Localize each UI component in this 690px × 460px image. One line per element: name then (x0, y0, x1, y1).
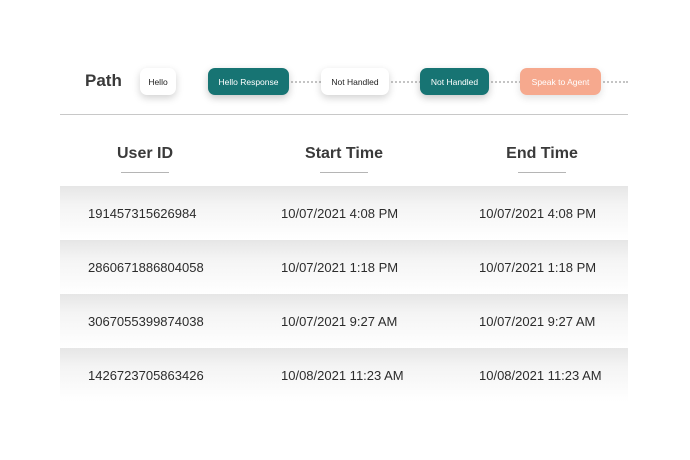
table-header: User ID Start Time End Time (60, 140, 628, 180)
cell-start-time: 10/07/2021 1:18 PM (281, 260, 399, 275)
cell-start-time: 10/07/2021 4:08 PM (281, 206, 399, 221)
table-body: 191457315626984 10/07/2021 4:08 PM 10/07… (60, 186, 628, 402)
cell-user-id: 3067055399874038 (88, 314, 204, 329)
cell-end-time: 10/08/2021 11:23 AM (479, 368, 602, 383)
cell-user-id: 2860671886804058 (88, 260, 204, 275)
path-step-speak-to-agent[interactable]: Speak to Agent (520, 68, 601, 95)
table-row[interactable]: 3067055399874038 10/07/2021 9:27 AM 10/0… (60, 294, 628, 348)
path-step-not-handled-2[interactable]: Not Handled (420, 68, 489, 95)
path-step-hello-response[interactable]: Hello Response (208, 68, 289, 95)
column-header-start-time[interactable]: Start Time (269, 145, 419, 173)
column-header-label: User ID (116, 145, 174, 162)
cell-end-time: 10/07/2021 9:27 AM (479, 314, 596, 329)
cell-end-time: 10/07/2021 4:08 PM (479, 206, 597, 221)
table-row[interactable]: 2860671886804058 10/07/2021 1:18 PM 10/0… (60, 240, 628, 294)
table-row[interactable]: 1426723705863426 10/08/2021 11:23 AM 10/… (60, 348, 628, 402)
column-header-end-time[interactable]: End Time (467, 145, 617, 173)
cell-end-time: 10/07/2021 1:18 PM (479, 260, 597, 275)
path-bar: Path Hello Hello Response Not Handled No… (60, 62, 628, 102)
column-header-user-id[interactable]: User ID (70, 145, 220, 173)
table-row[interactable]: 191457315626984 10/07/2021 4:08 PM 10/07… (60, 186, 628, 240)
cell-start-time: 10/07/2021 9:27 AM (281, 314, 398, 329)
path-step-not-handled-1[interactable]: Not Handled (321, 68, 389, 95)
cell-start-time: 10/08/2021 11:23 AM (281, 368, 404, 383)
column-underline (518, 172, 566, 173)
path-title: Path (85, 71, 122, 90)
path-step-hello[interactable]: Hello (140, 68, 176, 95)
cell-user-id: 1426723705863426 (88, 368, 204, 383)
column-underline (121, 172, 169, 173)
cell-user-id: 191457315626984 (88, 206, 197, 221)
section-divider (60, 114, 628, 115)
column-header-label: End Time (506, 145, 578, 162)
column-underline (320, 172, 368, 173)
column-header-label: Start Time (305, 145, 383, 162)
